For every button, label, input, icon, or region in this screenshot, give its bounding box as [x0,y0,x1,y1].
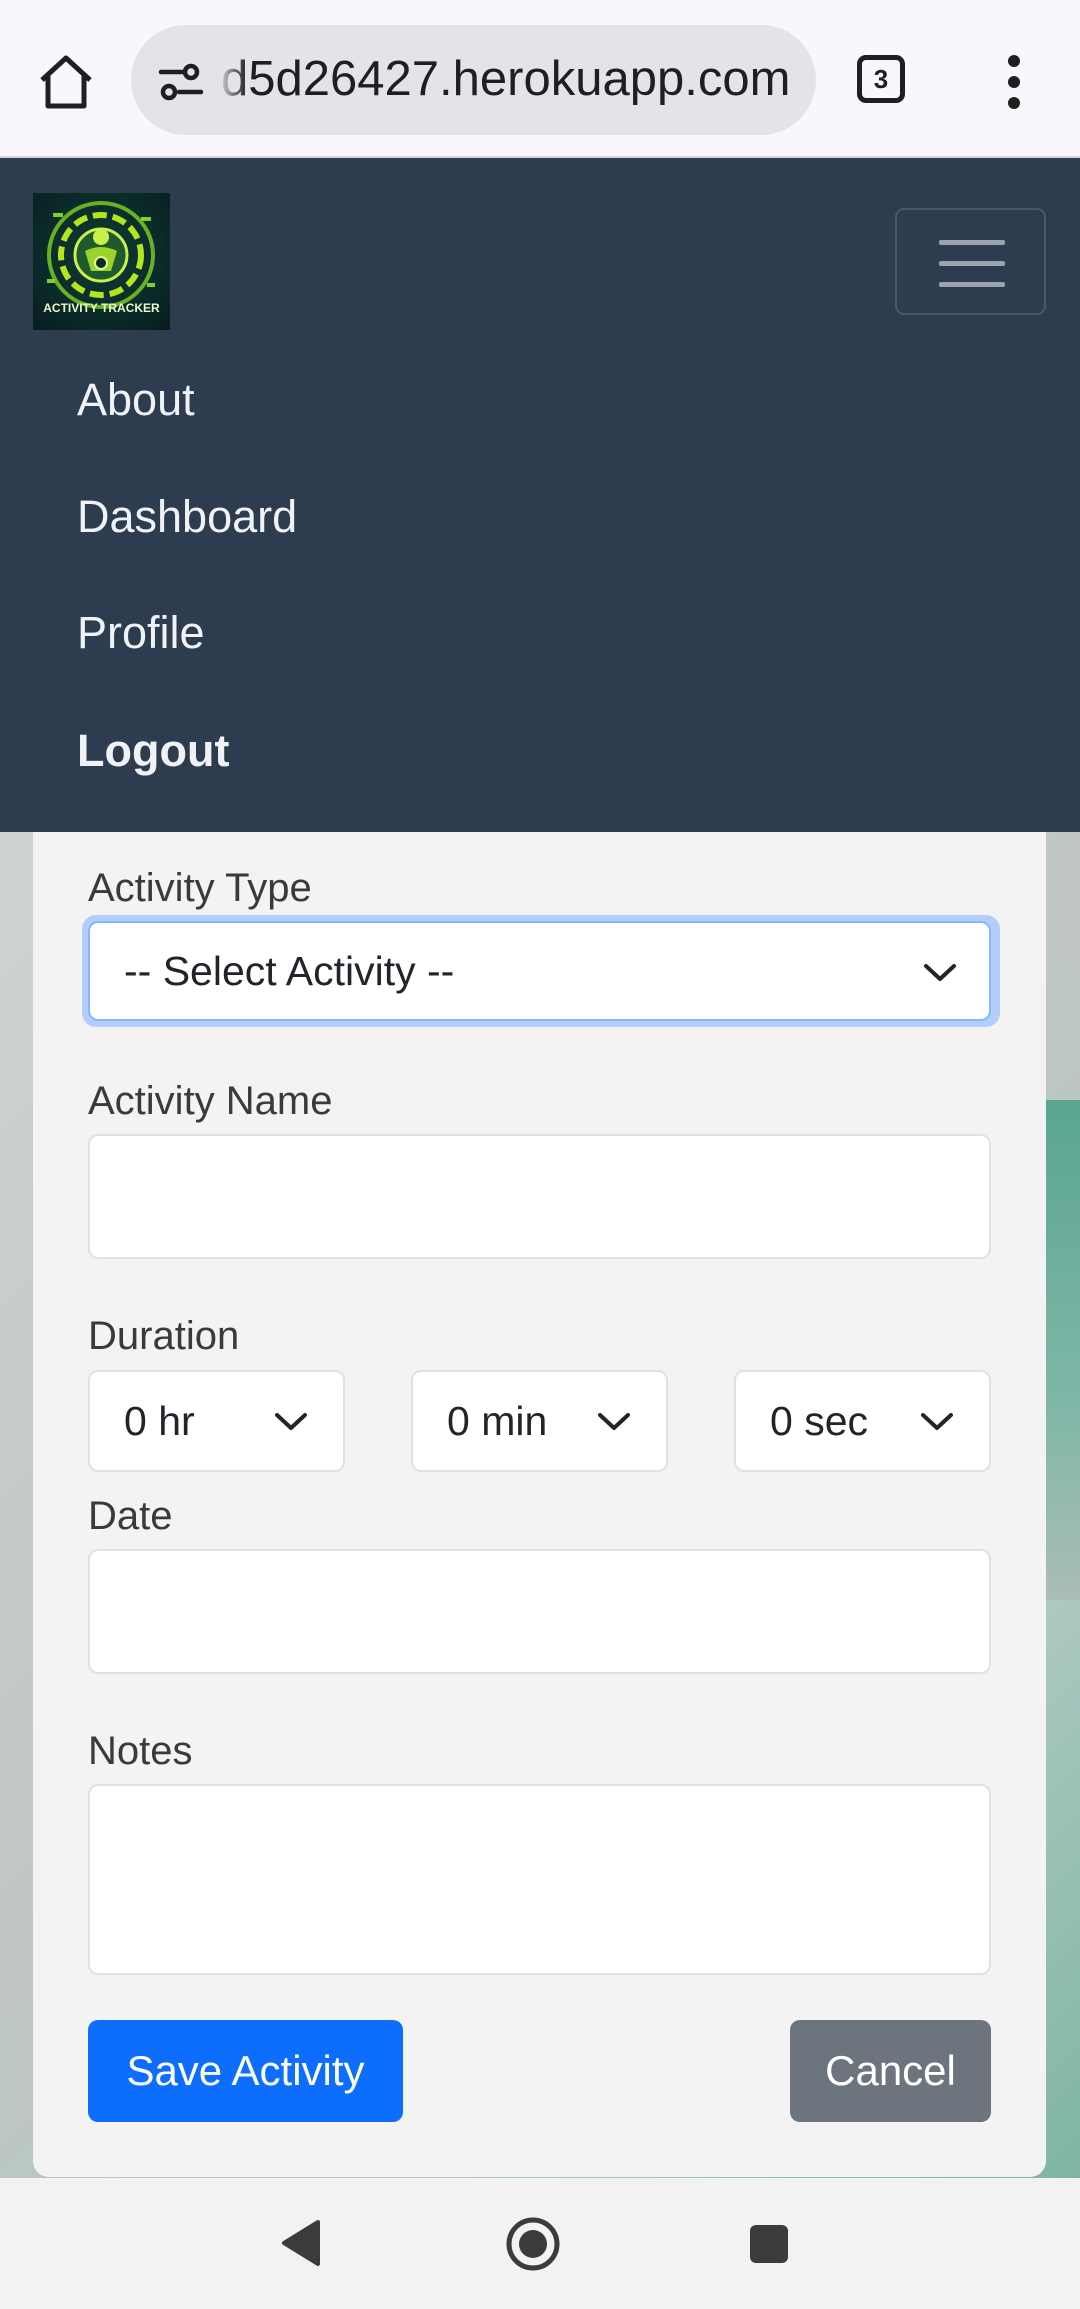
nav-link-profile[interactable]: Profile [77,605,205,661]
activity-name-label: Activity Name [88,1079,333,1123]
date-label: Date [88,1494,173,1538]
recents-icon[interactable] [748,2223,790,2265]
duration-hours-value: 0 hr [124,1398,195,1444]
home-circle-icon[interactable] [505,2216,561,2272]
system-navigation-bar [0,2178,1080,2309]
home-icon[interactable] [34,50,98,114]
activity-name-input[interactable] [88,1134,991,1259]
duration-label: Duration [88,1314,240,1358]
url-text: d5d26427.herokuapp.com [221,52,791,106]
site-settings-icon[interactable] [157,58,205,106]
duration-minutes-select[interactable]: 0 min [411,1370,668,1472]
navbar: ACTIVITY TRACKER About Dashboard Profile… [0,158,1080,832]
hamburger-line [939,261,1005,266]
tab-switcher-icon[interactable]: 3 [857,55,905,103]
hamburger-line [939,282,1005,287]
cancel-button[interactable]: Cancel [790,2020,991,2122]
url-fade [217,45,247,115]
activity-type-select[interactable]: -- Select Activity -- [88,921,991,1021]
more-vert-icon[interactable] [994,52,1034,112]
browser-toolbar: d5d26427.herokuapp.com 3 [0,0,1080,158]
nav-link-logout[interactable]: Logout [77,723,229,779]
date-input[interactable] [88,1549,991,1674]
chevron-down-icon [598,1413,630,1430]
hamburger-line [939,240,1005,245]
duration-seconds-value: 0 sec [770,1398,868,1444]
activity-type-label: Activity Type [88,866,312,910]
chevron-down-icon [921,1413,953,1430]
save-activity-button[interactable]: Save Activity [88,2020,403,2122]
notes-label: Notes [88,1729,193,1773]
activity-type-selected: -- Select Activity -- [124,948,455,994]
navbar-toggler-button[interactable] [895,208,1046,315]
chevron-down-icon [275,1413,307,1430]
notes-textarea[interactable] [88,1784,991,1975]
activity-tracker-logo[interactable]: ACTIVITY TRACKER [33,193,170,330]
nav-link-dashboard[interactable]: Dashboard [77,489,297,545]
chevron-down-icon [924,964,956,981]
duration-minutes-value: 0 min [447,1398,548,1444]
nav-link-about[interactable]: About [77,372,195,428]
address-bar[interactable]: d5d26427.herokuapp.com [131,25,816,135]
back-icon[interactable] [278,2218,322,2268]
background-detail [1046,1100,1080,1600]
activity-form-card [33,832,1046,2177]
logo-text: ACTIVITY TRACKER [43,301,160,315]
duration-hours-select[interactable]: 0 hr [88,1370,345,1472]
duration-seconds-select[interactable]: 0 sec [734,1370,991,1472]
